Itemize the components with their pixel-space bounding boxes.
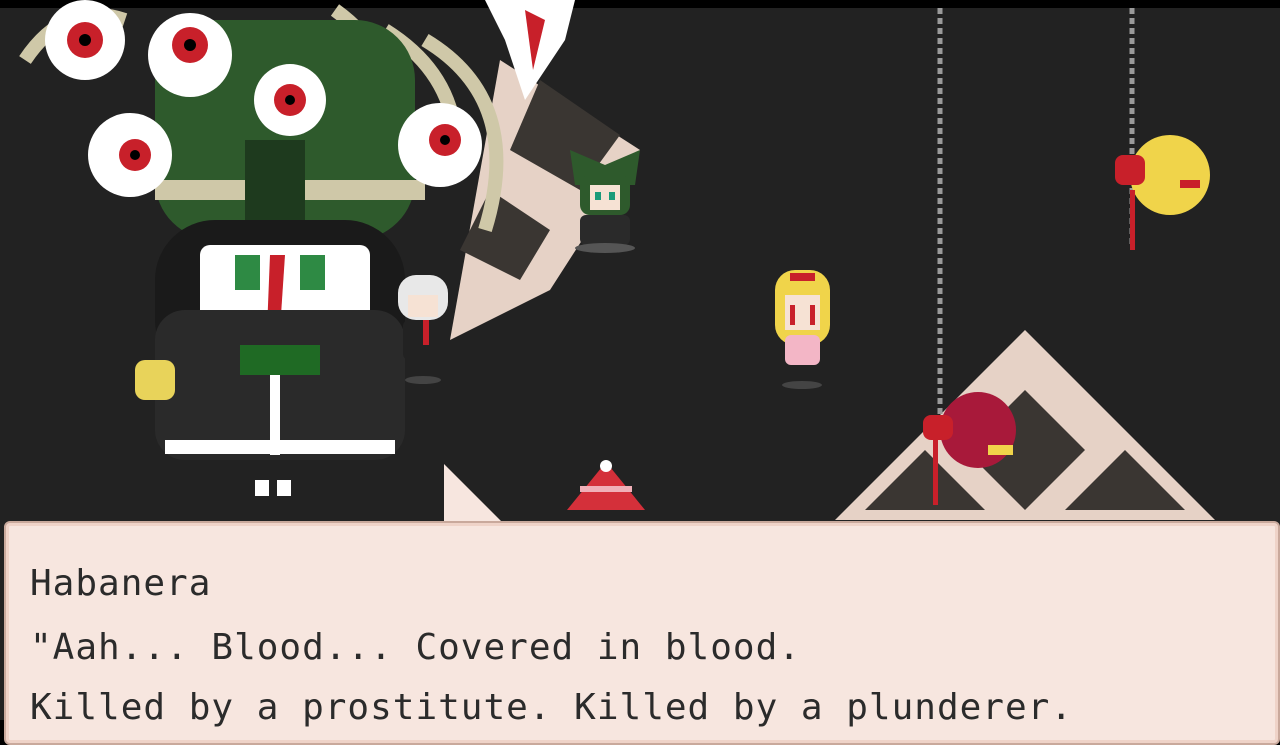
blonde-girl bbox=[775, 270, 830, 389]
dialogue-line-1: "Aah... Blood... Covered in blood. bbox=[30, 627, 801, 668]
white-haired-girl bbox=[398, 275, 448, 384]
dialog-pointer bbox=[444, 464, 504, 524]
boss-creature bbox=[19, 0, 575, 496]
hanging-chain-left bbox=[937, 8, 943, 428]
dialogue-line-2: Killed by a prostitute. Killed by a plun… bbox=[30, 687, 1073, 728]
hanging-body-red bbox=[923, 392, 1016, 505]
red-hat-character bbox=[567, 460, 645, 510]
speaker-name: Habanera bbox=[30, 563, 212, 604]
hanging-body-blonde bbox=[1115, 135, 1210, 250]
green-hatted-girl bbox=[570, 150, 640, 253]
